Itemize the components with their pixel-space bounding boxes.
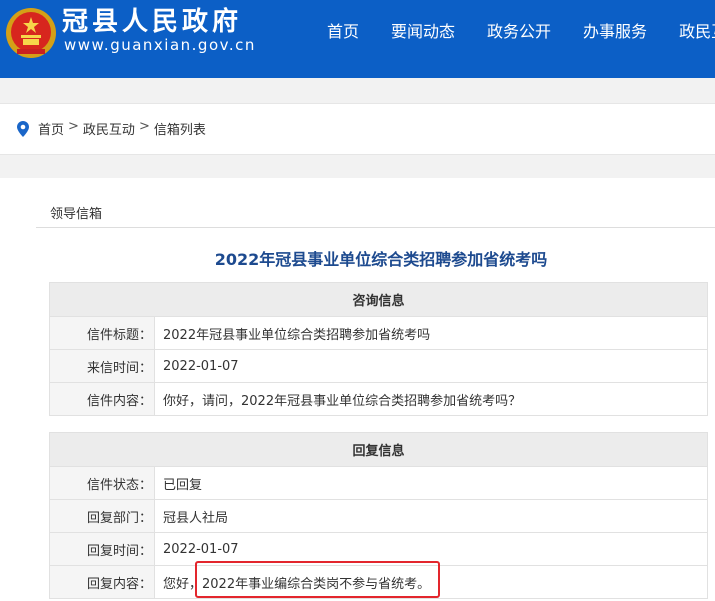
national-emblem-icon [6, 8, 56, 58]
row-label: 来信时间： [49, 349, 155, 383]
content-card: 领导信箱 2022年冠县事业单位综合类招聘参加省统考吗 咨询信息 信件标题： 2… [0, 178, 715, 601]
row-value: 冠县人社局 [154, 499, 708, 533]
table-header: 咨询信息 [49, 282, 708, 317]
nav-news[interactable]: 要闻动态 [391, 18, 455, 46]
row-label: 回复内容： [49, 565, 155, 599]
breadcrumb-bar: 首页 > 政民互动 > 信箱列表 [0, 103, 715, 155]
table-row: 来信时间： 2022-01-07 [49, 349, 708, 383]
row-label: 回复部门： [49, 499, 155, 533]
row-value: 已回复 [154, 466, 708, 500]
breadcrumb-separator: > [68, 119, 79, 134]
nav-interaction[interactable]: 政民互动 [679, 18, 715, 46]
breadcrumb-mailbox-list[interactable]: 信箱列表 [154, 119, 206, 138]
table-row: 信件内容： 你好，请问，2022年冠县事业单位综合类招聘参加省统考吗？ [49, 382, 708, 416]
table-row: 回复部门： 冠县人社局 [49, 499, 708, 533]
location-pin-icon [17, 121, 29, 137]
nav-home[interactable]: 首页 [327, 18, 359, 46]
table-row: 信件状态： 已回复 [49, 466, 708, 500]
red-highlight-annotation [195, 561, 440, 598]
breadcrumb: 首页 > 政民互动 > 信箱列表 [38, 119, 206, 138]
consult-info-table: 咨询信息 信件标题： 2022年冠县事业单位综合类招聘参加省统考吗 来信时间： … [49, 282, 708, 416]
row-value: 你好，请问，2022年冠县事业单位综合类招聘参加省统考吗？ [154, 382, 708, 416]
page-title: 2022年冠县事业单位综合类招聘参加省统考吗 [214, 250, 548, 269]
site-url: www.guanxian.gov.cn [64, 36, 256, 54]
nav-services[interactable]: 办事服务 [583, 18, 647, 46]
main-nav: 首页 要闻动态 政务公开 办事服务 政民互动 [327, 18, 715, 46]
row-label: 回复时间： [49, 532, 155, 566]
breadcrumb-separator: > [138, 119, 150, 134]
row-value: 2022-01-07 [154, 349, 708, 383]
table-row: 信件标题： 2022年冠县事业单位综合类招聘参加省统考吗 [49, 316, 708, 350]
row-label: 信件内容： [49, 382, 155, 416]
row-label: 信件标题： [49, 316, 155, 350]
breadcrumb-home[interactable]: 首页 [38, 119, 64, 138]
site-header: 冠县人民政府 www.guanxian.gov.cn 首页 要闻动态 政务公开 … [0, 0, 715, 78]
row-label: 信件状态： [49, 466, 155, 500]
divider [36, 227, 715, 228]
row-value: 2022年冠县事业单位综合类招聘参加省统考吗 [154, 316, 708, 350]
table-header: 回复信息 [49, 432, 708, 467]
nav-gov-affairs[interactable]: 政务公开 [487, 18, 551, 46]
breadcrumb-interaction[interactable]: 政民互动 [83, 119, 135, 138]
section-tab: 领导信箱 [50, 207, 103, 222]
